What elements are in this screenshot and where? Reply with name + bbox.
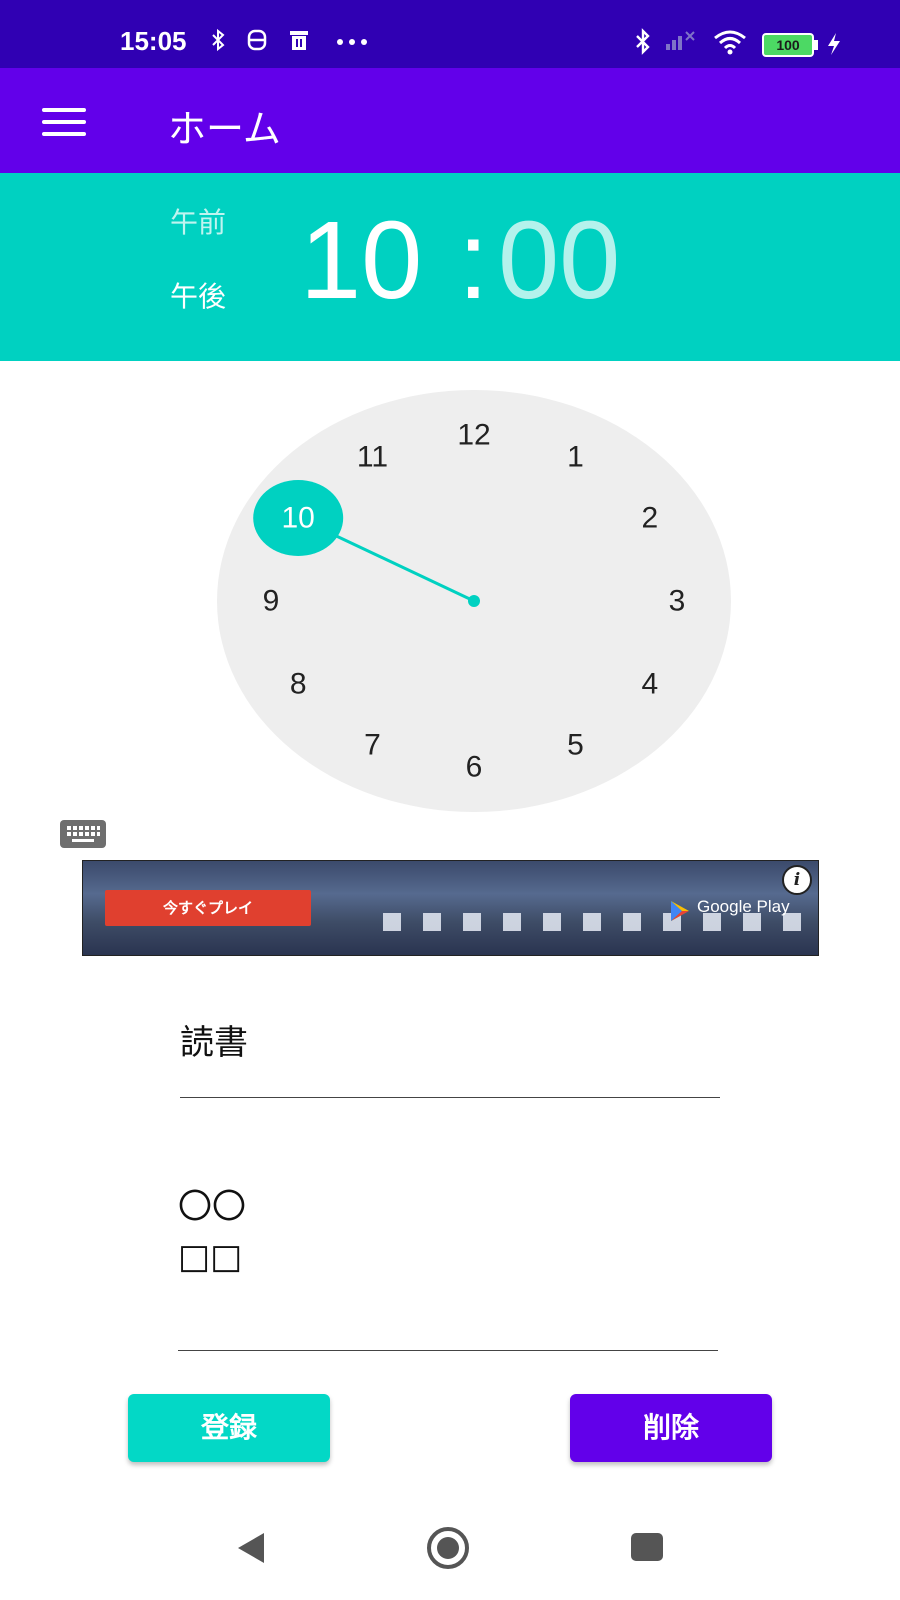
google-play-icon bbox=[671, 901, 689, 921]
keyboard-icon[interactable] bbox=[60, 820, 106, 848]
clock-number-1[interactable]: 1 bbox=[567, 441, 584, 474]
signal-icon bbox=[666, 31, 695, 50]
time-picker-header: 午前 午後 10 : 00 bbox=[0, 173, 900, 361]
clock-number-5[interactable]: 5 bbox=[567, 728, 584, 761]
clock-number-9[interactable]: 9 bbox=[263, 585, 280, 618]
clock-center-dot bbox=[468, 595, 480, 607]
bluetooth-icon bbox=[212, 28, 225, 52]
memo-line: 〇〇 bbox=[178, 1187, 246, 1227]
hour-display[interactable]: 10 bbox=[300, 201, 422, 321]
pm-toggle[interactable]: 午後 bbox=[170, 275, 226, 315]
clock-number-11[interactable]: 11 bbox=[357, 441, 388, 474]
clock-number-3[interactable]: 3 bbox=[669, 585, 686, 618]
clock-number-12[interactable]: 12 bbox=[457, 419, 490, 452]
recents-icon[interactable] bbox=[630, 1532, 664, 1564]
clock-number-7[interactable]: 7 bbox=[364, 728, 381, 761]
hamburger-menu-icon[interactable] bbox=[42, 108, 86, 138]
title-input-value: 読書 bbox=[180, 1023, 248, 1063]
charging-icon bbox=[828, 33, 840, 55]
memo-input[interactable]: 〇〇 □□ bbox=[178, 1182, 718, 1351]
status-bar: 15:05 100 bbox=[0, 0, 900, 68]
battery-indicator: 100 bbox=[762, 33, 814, 57]
bluetooth-status-icon bbox=[636, 28, 650, 55]
register-button[interactable]: 登録 bbox=[128, 1394, 330, 1462]
ad-store-label: Google Play bbox=[697, 897, 790, 916]
status-time: 15:05 bbox=[120, 26, 187, 56]
ad-play-now-button[interactable]: 今すぐプレイ bbox=[105, 890, 311, 926]
clock-number-6[interactable]: 6 bbox=[466, 751, 483, 784]
clock-dial[interactable]: 12 1 2 3 4 5 6 7 8 9 10 11 bbox=[217, 390, 731, 812]
phone-screen: 15:05 100 ホーム 午前 午後 10: 00 12 1 2 3 4 5… bbox=[0, 0, 900, 1600]
ad-info-icon[interactable]: i bbox=[782, 865, 812, 895]
trash-notification-icon bbox=[290, 31, 308, 50]
notification-app-icon bbox=[247, 29, 267, 51]
ad-banner[interactable]: 今すぐプレイ Google Play i bbox=[82, 860, 819, 956]
delete-button[interactable]: 削除 bbox=[570, 1394, 772, 1462]
back-icon[interactable] bbox=[234, 1530, 270, 1566]
more-notifications-icon bbox=[337, 39, 367, 45]
app-bar: ホーム bbox=[0, 68, 900, 173]
system-nav-bar bbox=[0, 1510, 900, 1600]
am-toggle[interactable]: 午前 bbox=[170, 201, 226, 241]
page-title: ホーム bbox=[168, 107, 281, 151]
clock-number-10[interactable]: 10 bbox=[282, 502, 315, 535]
minute-display[interactable]: 00 bbox=[498, 201, 620, 321]
clock-number-4[interactable]: 4 bbox=[641, 668, 658, 701]
title-input[interactable]: 読書 bbox=[180, 1015, 720, 1098]
clock-number-8[interactable]: 8 bbox=[290, 668, 307, 701]
home-icon[interactable] bbox=[424, 1524, 472, 1572]
time-separator: : bbox=[458, 199, 489, 322]
clock-number-2[interactable]: 2 bbox=[641, 502, 658, 535]
memo-line: □□ bbox=[178, 1237, 243, 1277]
wifi-icon bbox=[714, 30, 746, 55]
battery-tip bbox=[814, 40, 818, 50]
